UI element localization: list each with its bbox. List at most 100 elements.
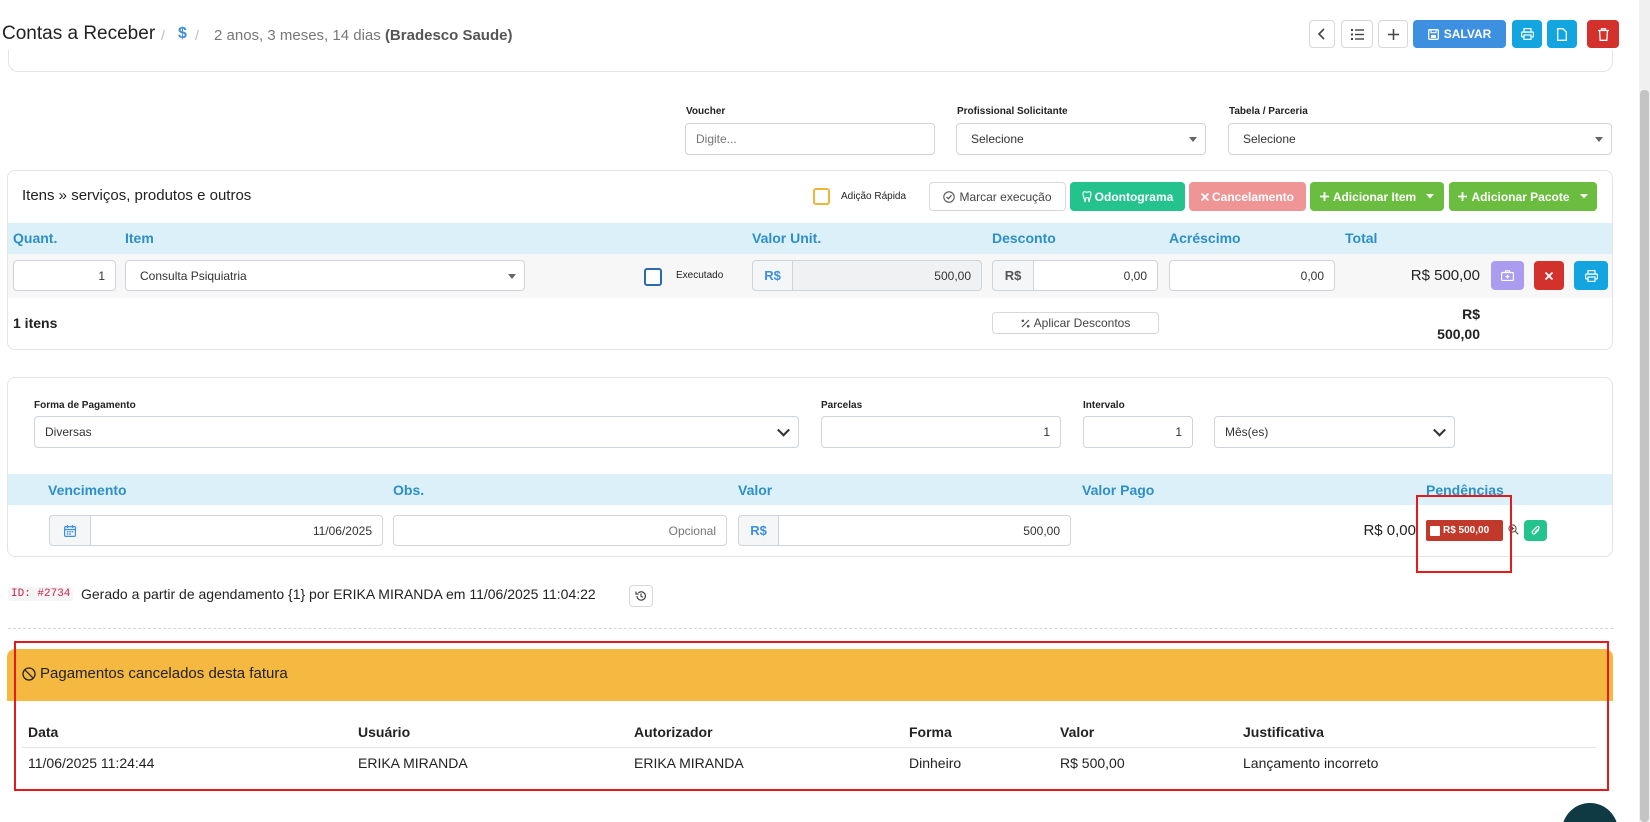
adicionar-pacote-label: Adicionar Pacote	[1471, 189, 1570, 204]
item-value: Consulta Psiquiatria	[140, 268, 247, 283]
valor-unit-currency: R$	[752, 260, 792, 291]
percent-icon	[1021, 319, 1030, 327]
adicionar-item-label: Adicionar Item	[1332, 189, 1417, 204]
professional-select[interactable]: Selecione	[956, 123, 1206, 155]
col-vencimento: Vencimento	[48, 482, 127, 498]
col-quant: Quant.	[13, 230, 58, 246]
file-icon	[1557, 27, 1567, 41]
caret-down-icon	[1189, 137, 1197, 142]
aplicar-descontos-label: Aplicar Descontos	[1033, 316, 1131, 330]
list-button[interactable]	[1341, 20, 1373, 48]
items-footer-total-value: 500,00	[1437, 326, 1480, 342]
professional-value: Selecione	[971, 132, 1024, 146]
forma-pagamento-select[interactable]: Diversas	[34, 416, 799, 448]
chevron-left-icon	[1317, 28, 1325, 40]
forma-pagamento-label: Forma de Pagamento	[34, 400, 136, 411]
attach-button[interactable]	[1524, 520, 1547, 541]
list-icon	[1350, 28, 1364, 40]
delete-button[interactable]	[1587, 20, 1619, 48]
caret-down-icon	[508, 273, 516, 279]
cancelamento-button[interactable]: Cancelamento	[1189, 182, 1306, 211]
voucher-input[interactable]	[685, 123, 935, 155]
obs-input[interactable]	[393, 515, 727, 546]
id-badge: ID: #2734	[8, 587, 74, 601]
row-total: R$ 500,00	[1410, 267, 1480, 284]
chevron-down-icon	[1433, 423, 1446, 437]
document-button[interactable]	[1547, 20, 1577, 48]
chevron-down-icon	[777, 423, 790, 437]
acrescimo-input[interactable]: 0,00	[1169, 260, 1335, 291]
tooth-icon	[1082, 190, 1092, 202]
intervalo-input[interactable]: 1	[1083, 416, 1193, 448]
medkit-icon	[1501, 270, 1514, 281]
caret-down-icon	[1426, 194, 1435, 199]
col-total: Total	[1345, 230, 1378, 246]
vencimento-input[interactable]: 11/06/2025	[90, 515, 383, 546]
periodo-select[interactable]: Mês(es)	[1214, 416, 1455, 448]
check-circle-icon	[943, 190, 956, 203]
item-plan-button[interactable]	[1491, 261, 1524, 290]
trash-icon	[1597, 27, 1609, 41]
calendar-addon[interactable]	[49, 515, 90, 546]
breadcrumb-separator-2: /	[195, 27, 199, 43]
close-icon	[1200, 192, 1209, 201]
marcar-execucao-label: Marcar execução	[959, 189, 1052, 204]
save-button[interactable]: SALVAR	[1413, 20, 1506, 48]
previous-section-card	[8, 50, 1613, 72]
desconto-input[interactable]: 0,00	[1033, 260, 1158, 291]
col-desconto: Desconto	[992, 230, 1056, 246]
odontograma-label: Odontograma	[1094, 189, 1174, 204]
valor-unit-input[interactable]: 500,00	[792, 260, 982, 291]
adicao-rapida-label: Adição Rápida	[841, 191, 907, 202]
col-item: Item	[125, 230, 154, 246]
printer-icon	[1520, 28, 1534, 40]
breadcrumb-separator: /	[161, 27, 165, 43]
chat-button[interactable]	[1562, 803, 1618, 822]
breadcrumb: /	[161, 27, 165, 45]
parcelas-label: Parcelas	[821, 400, 863, 411]
item-select[interactable]: Consulta Psiquiatria	[125, 260, 525, 291]
caret-down-icon	[1595, 137, 1603, 142]
odontograma-button[interactable]: Odontograma	[1070, 182, 1185, 211]
patient-insurance: (Bradesco Saude)	[384, 27, 513, 44]
plus-icon	[1319, 192, 1329, 201]
history-button[interactable]	[629, 585, 653, 607]
col-valor-pago: Valor Pago	[1082, 482, 1155, 498]
item-print-button[interactable]	[1574, 261, 1608, 290]
divider	[8, 628, 1613, 629]
executado-label: Executado	[676, 270, 724, 281]
adicao-rapida-checkbox[interactable]	[813, 188, 830, 205]
executado-checkbox[interactable]	[644, 268, 662, 286]
forma-pagamento-value: Diversas	[45, 425, 92, 439]
items-footer-total: R$ 500,00	[1400, 304, 1480, 344]
item-remove-button[interactable]	[1534, 261, 1564, 290]
caret-down-icon	[1579, 194, 1588, 199]
valor-currency: R$	[738, 515, 778, 546]
adicionar-item-button[interactable]: Adicionar Item	[1310, 182, 1444, 211]
desconto-currency: R$	[992, 260, 1033, 291]
tabela-select[interactable]: Selecione	[1228, 123, 1612, 155]
items-title: Itens » serviços, produtos e outros	[22, 187, 252, 204]
breadcrumb-dollar-link[interactable]: $	[178, 25, 187, 43]
add-button[interactable]	[1378, 20, 1408, 48]
valor-input[interactable]: 500,00	[778, 515, 1071, 546]
scrollbar-thumb[interactable]	[1640, 90, 1649, 822]
voucher-label: Voucher	[686, 106, 726, 117]
quant-input[interactable]: 1	[13, 260, 116, 291]
print-button[interactable]	[1512, 20, 1542, 48]
parcelas-input[interactable]: 1	[821, 416, 1061, 448]
save-label: SALVAR	[1443, 27, 1492, 41]
periodo-value: Mês(es)	[1225, 425, 1269, 439]
highlight-box-cancelled	[14, 641, 1609, 791]
adicionar-pacote-button[interactable]: Adicionar Pacote	[1449, 182, 1597, 211]
items-count: 1 itens	[13, 315, 58, 331]
page-title: Contas a Receber	[2, 23, 156, 44]
marcar-execucao-button[interactable]: Marcar execução	[929, 182, 1066, 211]
tabela-label: Tabela / Parceria	[1229, 106, 1308, 117]
plus-icon	[1387, 28, 1399, 40]
tabela-value: Selecione	[1243, 132, 1296, 146]
col-acrescimo: Acréscimo	[1169, 230, 1241, 246]
back-button[interactable]	[1309, 20, 1335, 48]
valor-pago: R$ 0,00	[1363, 522, 1416, 539]
aplicar-descontos-button[interactable]: Aplicar Descontos	[992, 312, 1159, 334]
